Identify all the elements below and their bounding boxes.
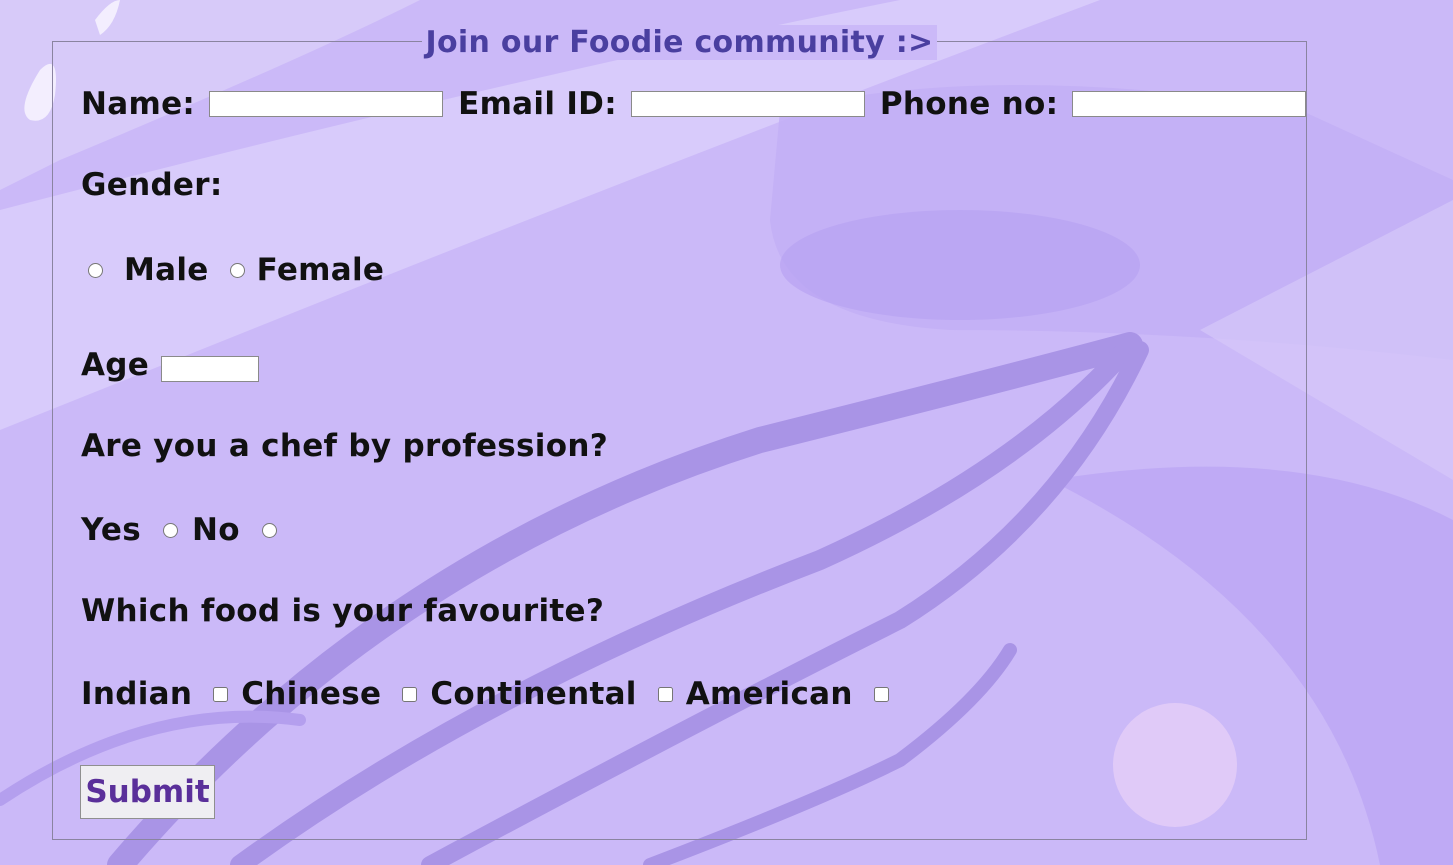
email-label: Email ID:	[458, 86, 617, 122]
email-input[interactable]	[630, 91, 865, 117]
food-options: Indian Chinese Continental American	[81, 676, 889, 712]
chef-question-row: Are you a chef by profession?	[81, 428, 608, 464]
contact-row: Name: Email ID: Phone no:	[81, 86, 1307, 122]
chef-no-label: No	[191, 512, 240, 548]
chef-options: Yes No	[81, 512, 277, 548]
age-row: Age	[81, 347, 260, 383]
gender-male-radio[interactable]	[88, 262, 103, 278]
submit-button[interactable]: Submit	[80, 765, 215, 819]
phone-input[interactable]	[1072, 91, 1307, 117]
name-label: Name:	[81, 86, 196, 122]
form-legend: Join our Foodie community :>	[421, 25, 938, 60]
food-question: Which food is your favourite?	[81, 593, 605, 629]
chef-yes-label: Yes	[81, 512, 141, 548]
food-indian-checkbox[interactable]	[213, 686, 229, 702]
food-american-checkbox[interactable]	[873, 686, 889, 702]
food-chinese-checkbox[interactable]	[402, 686, 418, 702]
food-question-row: Which food is your favourite?	[81, 593, 604, 629]
food-chinese-label: Chinese	[241, 676, 382, 712]
gender-row: Gender:	[81, 167, 223, 203]
age-input[interactable]	[161, 356, 260, 382]
food-continental-label: Continental	[430, 676, 637, 712]
chef-question: Are you a chef by profession?	[81, 428, 608, 464]
food-american-label: American	[685, 676, 853, 712]
chef-yes-radio[interactable]	[162, 522, 178, 538]
signup-form: Join our Foodie community :> Name: Email…	[52, 25, 1307, 840]
food-continental-checkbox[interactable]	[657, 686, 673, 702]
name-input[interactable]	[209, 91, 444, 117]
gender-options: Male Female	[88, 252, 384, 288]
phone-label: Phone no:	[879, 86, 1059, 122]
food-indian-label: Indian	[81, 676, 193, 712]
gender-label: Gender:	[81, 167, 223, 203]
gender-female-label: Female	[256, 252, 385, 288]
gender-male-label: Male	[124, 252, 209, 288]
chef-no-radio[interactable]	[261, 522, 277, 538]
age-label: Age	[81, 347, 150, 383]
gender-female-radio[interactable]	[229, 262, 245, 278]
